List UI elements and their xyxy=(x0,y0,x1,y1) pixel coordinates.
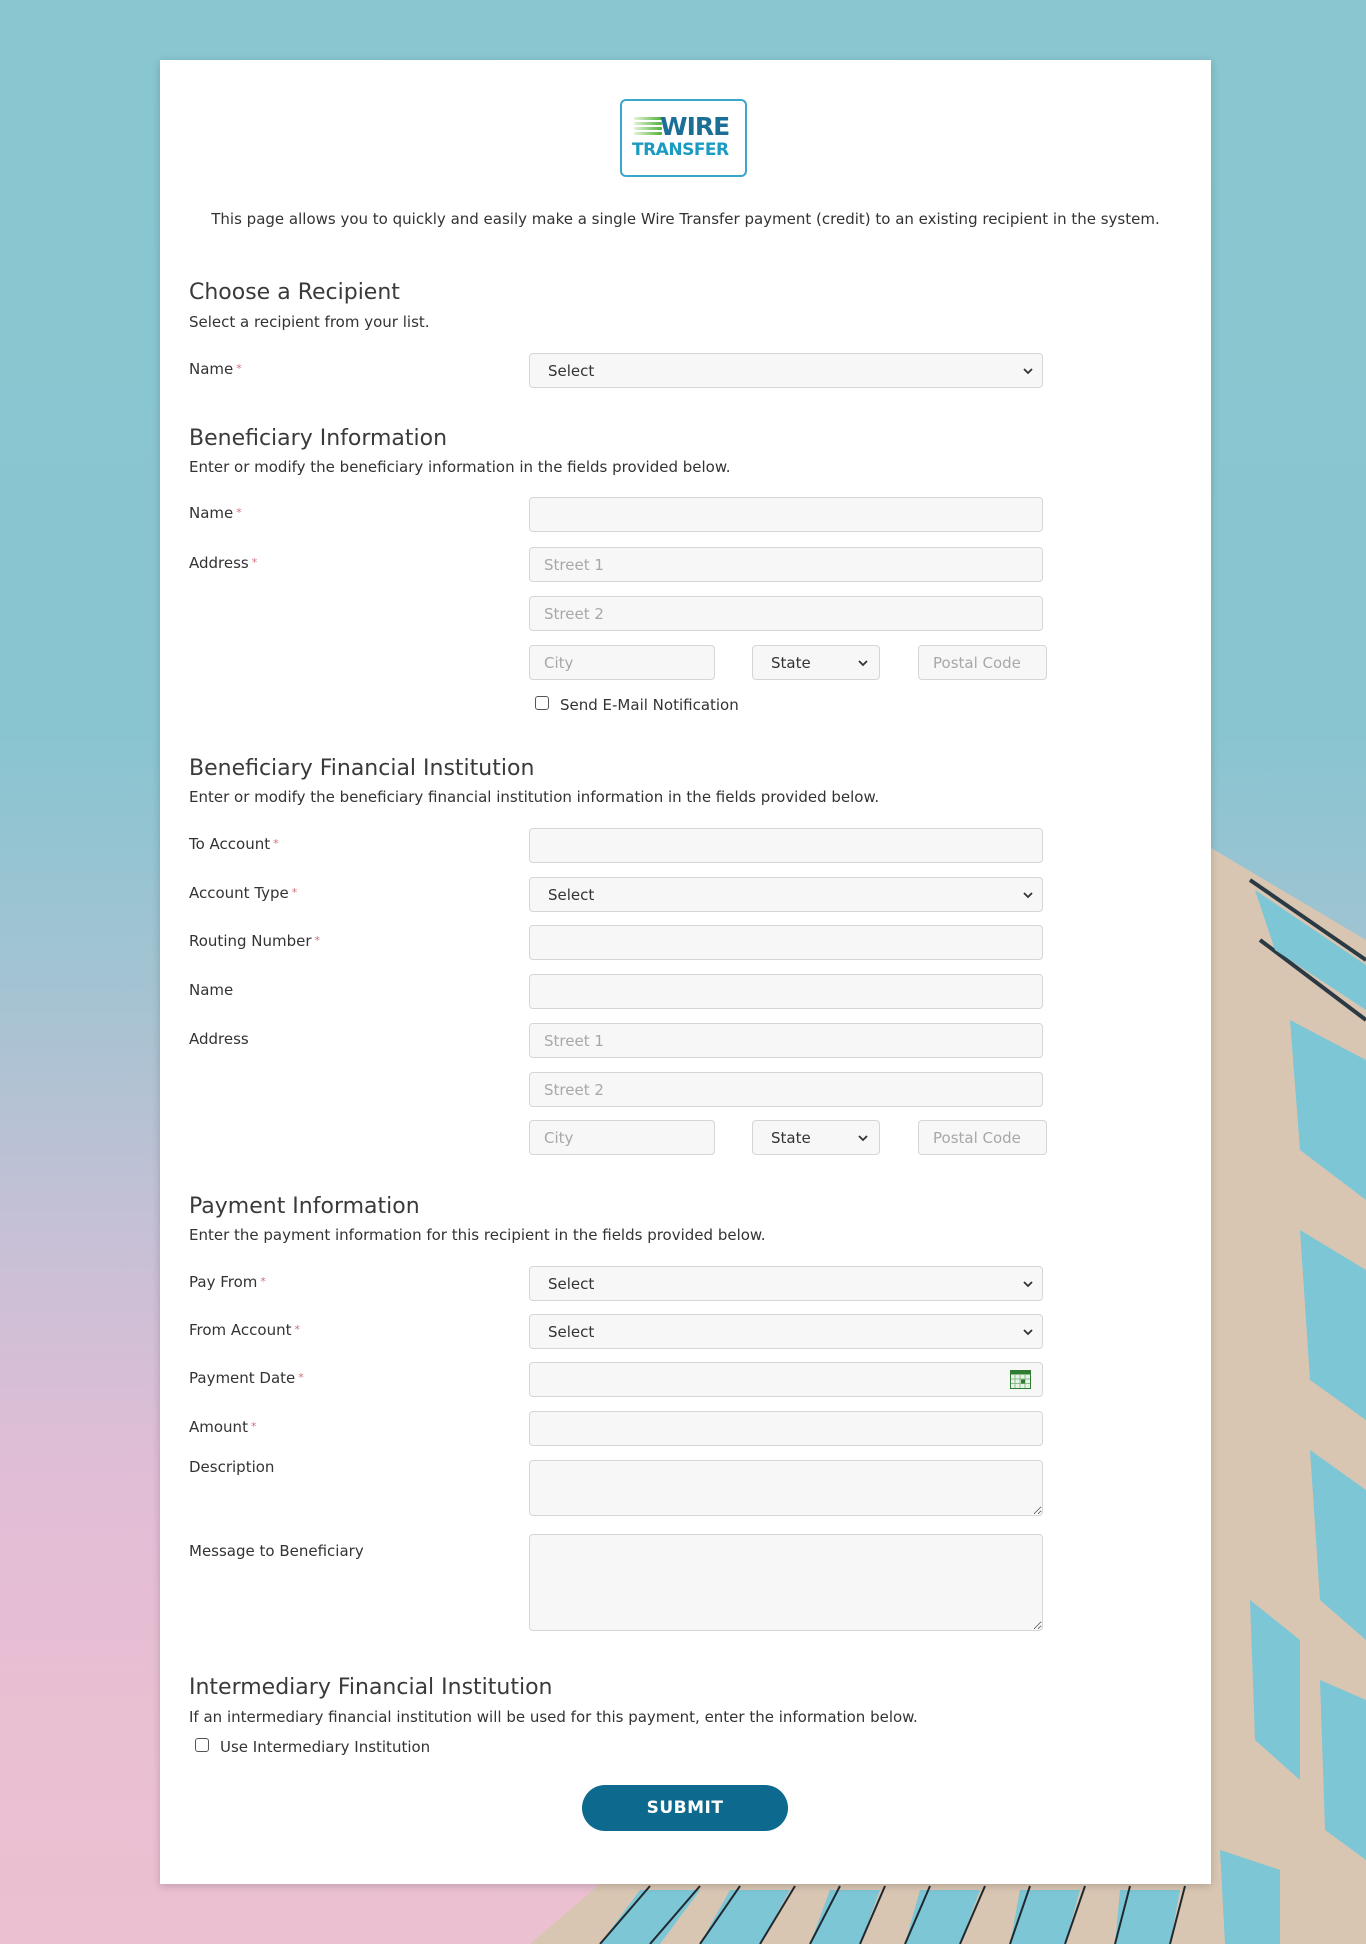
section-title-payment: Payment Information xyxy=(189,1194,420,1219)
intro-text: This page allows you to quickly and easi… xyxy=(211,210,1160,228)
wire-transfer-form-card: WIRE TRANSFER This page allows you to qu… xyxy=(160,60,1211,1884)
logo-text-transfer: TRANSFER xyxy=(632,140,729,160)
payment-date-input[interactable] xyxy=(529,1362,1043,1397)
section-subtitle-beneficiary: Enter or modify the beneficiary informat… xyxy=(189,458,731,476)
pay-from-select[interactable]: Select xyxy=(529,1266,1043,1301)
required-asterisk: * xyxy=(273,837,279,850)
pay-from-label: Pay From * xyxy=(189,1273,266,1291)
chevron-down-icon xyxy=(858,1134,868,1141)
account-type-label: Account Type * xyxy=(189,884,297,902)
message-to-beneficiary-textarea[interactable] xyxy=(529,1534,1043,1631)
required-asterisk: * xyxy=(236,362,242,375)
institution-city-input[interactable] xyxy=(529,1120,715,1155)
select-value: State xyxy=(771,653,811,672)
email-notification-checkbox[interactable] xyxy=(535,696,549,710)
section-subtitle-payment: Enter the payment information for this r… xyxy=(189,1226,766,1244)
select-value: Select xyxy=(548,361,595,380)
label-text: Routing Number xyxy=(189,932,312,950)
chevron-down-icon xyxy=(858,659,868,666)
chevron-down-icon xyxy=(1023,1328,1033,1335)
required-asterisk: * xyxy=(251,556,258,569)
required-asterisk: * xyxy=(250,1420,257,1433)
section-subtitle-institution: Enter or modify the beneficiary financia… xyxy=(189,788,880,806)
submit-button[interactable]: SUBMIT xyxy=(582,1785,788,1831)
beneficiary-street1-input[interactable] xyxy=(529,547,1043,582)
institution-name-label: Name xyxy=(189,981,234,999)
select-value: Select xyxy=(548,1322,595,1341)
beneficiary-city-input[interactable] xyxy=(529,645,715,680)
label-text: Amount xyxy=(189,1418,248,1436)
recipient-name-label: Name * xyxy=(189,360,242,378)
section-title-recipient: Choose a Recipient xyxy=(189,280,400,305)
amount-input[interactable] xyxy=(529,1411,1043,1446)
calendar-icon[interactable] xyxy=(1010,1370,1031,1389)
section-title-intermediary: Intermediary Financial Institution xyxy=(189,1675,553,1700)
institution-address-label: Address xyxy=(189,1030,249,1048)
label-text: Name xyxy=(189,504,234,522)
label-text: Payment Date xyxy=(189,1369,296,1387)
chevron-down-icon xyxy=(1023,891,1033,898)
message-to-beneficiary-label: Message to Beneficiary xyxy=(189,1542,364,1560)
logo-text-wire: WIRE xyxy=(660,112,730,141)
payment-date-label: Payment Date * xyxy=(189,1369,304,1387)
beneficiary-state-select[interactable]: State xyxy=(752,645,880,680)
recipient-name-select[interactable]: Select xyxy=(529,353,1043,388)
institution-state-select[interactable]: State xyxy=(752,1120,880,1155)
beneficiary-street2-input[interactable] xyxy=(529,596,1043,631)
from-account-select[interactable]: Select xyxy=(529,1314,1043,1349)
chevron-down-icon xyxy=(1023,367,1033,374)
beneficiary-name-input[interactable] xyxy=(529,497,1043,532)
select-value: Select xyxy=(548,1274,595,1293)
required-asterisk: * xyxy=(314,934,321,947)
section-title-institution: Beneficiary Financial Institution xyxy=(189,756,535,781)
institution-street2-input[interactable] xyxy=(529,1072,1043,1107)
label-text: Account Type xyxy=(189,884,289,902)
wire-transfer-logo: WIRE TRANSFER xyxy=(620,99,747,177)
account-type-select[interactable]: Select xyxy=(529,877,1043,912)
use-intermediary-checkbox[interactable] xyxy=(195,1738,209,1752)
label-text: To Account xyxy=(189,835,271,853)
institution-name-input[interactable] xyxy=(529,974,1043,1009)
label-text: Pay From xyxy=(189,1273,258,1291)
amount-label: Amount * xyxy=(189,1418,256,1436)
to-account-label: To Account * xyxy=(189,835,279,853)
routing-number-input[interactable] xyxy=(529,925,1043,960)
required-asterisk: * xyxy=(298,1371,304,1384)
routing-number-label: Routing Number * xyxy=(189,932,320,950)
label-text: From Account xyxy=(189,1321,292,1339)
use-intermediary-label[interactable]: Use Intermediary Institution xyxy=(220,1738,430,1756)
required-asterisk: * xyxy=(291,886,298,899)
description-textarea[interactable] xyxy=(529,1460,1043,1516)
section-subtitle-intermediary: If an intermediary financial institution… xyxy=(189,1708,918,1726)
select-value: State xyxy=(771,1128,811,1147)
required-asterisk: * xyxy=(260,1275,266,1288)
beneficiary-address-label: Address * xyxy=(189,554,257,572)
select-value: Select xyxy=(548,885,595,904)
description-label: Description xyxy=(189,1458,275,1476)
email-notification-label[interactable]: Send E-Mail Notification xyxy=(560,696,739,714)
chevron-down-icon xyxy=(1023,1280,1033,1287)
label-text: Name xyxy=(189,360,234,378)
beneficiary-postal-input[interactable] xyxy=(918,645,1047,680)
label-text: Address xyxy=(189,554,249,572)
section-title-beneficiary: Beneficiary Information xyxy=(189,426,448,451)
speed-lines-icon xyxy=(634,117,662,137)
required-asterisk: * xyxy=(294,1323,301,1336)
institution-street1-input[interactable] xyxy=(529,1023,1043,1058)
required-asterisk: * xyxy=(236,506,242,519)
section-subtitle-recipient: Select a recipient from your list. xyxy=(189,313,430,331)
to-account-input[interactable] xyxy=(529,828,1043,863)
from-account-label: From Account * xyxy=(189,1321,300,1339)
institution-postal-input[interactable] xyxy=(918,1120,1047,1155)
beneficiary-name-label: Name * xyxy=(189,504,242,522)
